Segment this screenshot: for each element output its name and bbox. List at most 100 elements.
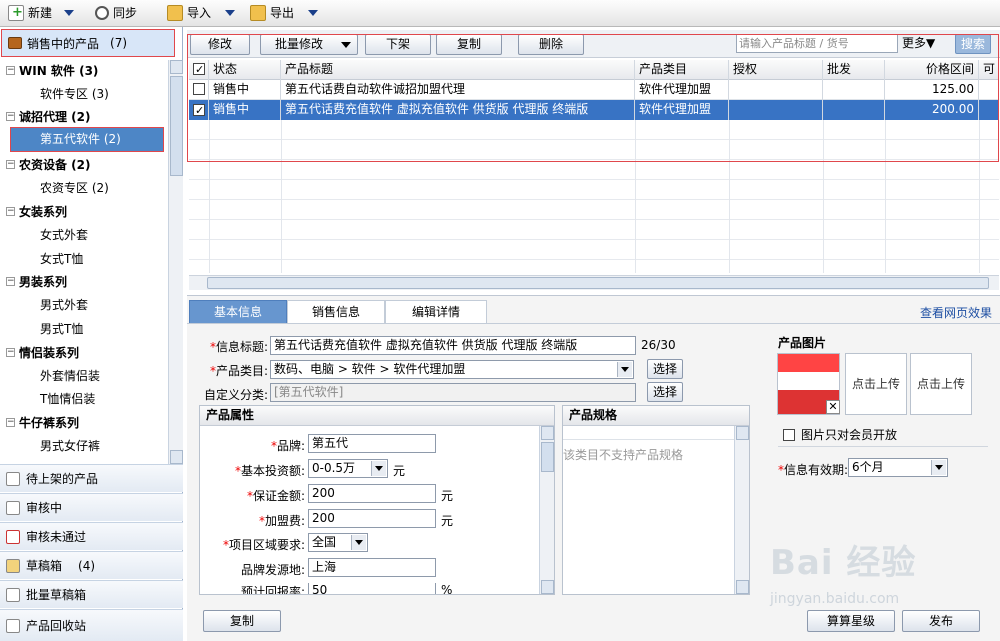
spec-scrollbar[interactable] xyxy=(734,426,749,594)
members-only-row[interactable]: 图片只对会员开放 xyxy=(783,426,897,443)
tree-item[interactable]: 外套情侣装 xyxy=(40,367,100,384)
table-row-selected[interactable]: 销售中 第五代话费充值软件 虚拟充值软件 供货版 代理版 终端版 软件代理加盟 … xyxy=(189,100,999,120)
col-wholesale[interactable]: 批发 xyxy=(823,59,885,80)
members-only-checkbox[interactable] xyxy=(783,428,795,441)
attr-region-select[interactable]: 全国 xyxy=(308,533,368,552)
tree-item[interactable]: 女式T恤 xyxy=(40,250,83,267)
view-web-link[interactable]: 查看网页效果 xyxy=(920,304,992,321)
new-button[interactable]: 新建 xyxy=(8,3,75,23)
collapse-icon[interactable]: − xyxy=(6,277,15,286)
scroll-down-icon[interactable] xyxy=(170,450,183,464)
batch-edit-button[interactable]: 批量修改 xyxy=(260,34,358,55)
tree-item[interactable]: 软件专区 (3) xyxy=(40,85,109,102)
edit-button[interactable]: 修改 xyxy=(190,34,250,55)
checkbox-icon[interactable] xyxy=(193,101,205,120)
attr-return-input[interactable]: 50 xyxy=(308,583,436,594)
checkbox-icon[interactable] xyxy=(193,83,205,95)
collapse-icon[interactable]: − xyxy=(6,207,15,216)
attr-investment-select[interactable]: 0-0.5万 xyxy=(308,459,388,478)
scroll-up-icon[interactable] xyxy=(736,426,749,440)
checkbox-icon[interactable] xyxy=(193,60,205,79)
scroll-up-icon[interactable] xyxy=(541,426,554,440)
tree-category[interactable]: − WIN 软件 (3) xyxy=(6,62,98,79)
tree-category[interactable]: − 男装系列 xyxy=(6,273,67,290)
col-status[interactable]: 状态 xyxy=(209,59,281,80)
attr-deposit-input[interactable]: 200 xyxy=(308,484,436,503)
scroll-thumb[interactable] xyxy=(207,277,989,289)
tree-category[interactable]: − 女装系列 xyxy=(6,203,67,220)
chevron-down-icon[interactable] xyxy=(931,460,946,475)
tree-category[interactable]: − 情侣装系列 xyxy=(6,344,79,361)
import-button[interactable]: 导入 xyxy=(167,3,236,23)
attr-origin-input[interactable]: 上海 xyxy=(308,558,436,577)
chevron-down-icon[interactable] xyxy=(617,362,632,377)
sidebar-item-rejected[interactable]: 审核未通过 xyxy=(0,522,183,550)
tree-item[interactable]: 男式外套 xyxy=(40,296,88,313)
choose-custom-button[interactable]: 选择 xyxy=(647,382,683,402)
tree-category[interactable]: − 牛仔裤系列 xyxy=(6,414,79,431)
col-more[interactable]: 可 xyxy=(979,59,999,80)
calc-stars-button[interactable]: 算算星级 xyxy=(807,610,895,632)
export-button[interactable]: 导出 xyxy=(250,3,319,23)
chevron-down-icon[interactable] xyxy=(351,535,366,550)
copy-bottom-button[interactable]: 复制 xyxy=(203,610,281,632)
col-category[interactable]: 产品类目 xyxy=(635,59,729,80)
tree-item-selected[interactable]: 第五代软件 (2) xyxy=(10,127,164,152)
sidebar-item-drafts[interactable]: 草稿箱 (4) xyxy=(0,551,183,579)
col-price[interactable]: 价格区间 xyxy=(885,59,979,80)
info-title-input[interactable]: 第五代话费充值软件 虚拟充值软件 供货版 代理版 终端版 xyxy=(270,336,636,355)
sidebar-item-selling[interactable]: 销售中的产品 (7) xyxy=(1,29,175,57)
chevron-down-icon[interactable] xyxy=(371,461,386,476)
collapse-icon[interactable]: − xyxy=(6,348,15,357)
sidebar-scrollbar[interactable] xyxy=(168,60,183,464)
collapse-icon[interactable]: − xyxy=(6,418,15,427)
tree-item[interactable]: 男式女仔裤 xyxy=(40,437,100,454)
tab-basic-info[interactable]: 基本信息 xyxy=(189,300,287,323)
chevron-down-icon[interactable] xyxy=(225,10,236,16)
tab-sales-info[interactable]: 销售信息 xyxy=(287,300,385,323)
col-title[interactable]: 产品标题 xyxy=(281,59,635,80)
chevron-down-icon[interactable] xyxy=(308,10,319,16)
scroll-up-icon[interactable] xyxy=(170,60,183,74)
validity-select[interactable]: 6个月 xyxy=(848,458,948,477)
upload-image-button[interactable]: 点击上传 xyxy=(910,353,972,415)
col-auth[interactable]: 授权 xyxy=(729,59,823,80)
sync-button[interactable]: 同步 xyxy=(95,3,137,23)
attr-franchise-fee-input[interactable]: 200 xyxy=(308,509,436,528)
choose-category-button[interactable]: 选择 xyxy=(647,359,683,379)
tree-category[interactable]: − 农资设备 (2) xyxy=(6,156,91,173)
scroll-thumb[interactable] xyxy=(170,76,183,176)
tree-item[interactable]: 农资专区 (2) xyxy=(40,179,109,196)
attributes-scrollbar[interactable] xyxy=(539,426,554,594)
unlist-button[interactable]: 下架 xyxy=(365,34,431,55)
close-icon[interactable]: ✕ xyxy=(826,400,840,414)
row-checkbox[interactable] xyxy=(189,100,209,120)
row-checkbox[interactable] xyxy=(189,79,209,100)
tree-category[interactable]: − 诚招代理 (2) xyxy=(6,108,91,125)
sidebar-item-reviewing[interactable]: 审核中 xyxy=(0,493,183,521)
collapse-icon[interactable]: − xyxy=(6,160,15,169)
tree-item[interactable]: 女式外套 xyxy=(40,226,88,243)
attr-brand-input[interactable]: 第五代 xyxy=(308,434,436,453)
sidebar-item-pending[interactable]: 待上架的产品 xyxy=(0,464,183,492)
sidebar-item-recycle[interactable]: 产品回收站 xyxy=(0,609,183,641)
tree-item[interactable]: 男式T恤 xyxy=(40,320,83,337)
category-select[interactable]: 数码、电脑 > 软件 > 软件代理加盟 xyxy=(270,360,634,379)
copy-button[interactable]: 复制 xyxy=(436,34,502,55)
tab-edit-details[interactable]: 编辑详情 xyxy=(385,300,487,323)
search-button[interactable]: 搜索 xyxy=(955,34,991,54)
custom-category-input[interactable]: [第五代软件] xyxy=(270,383,636,402)
chevron-down-icon[interactable] xyxy=(64,10,75,16)
scroll-down-icon[interactable] xyxy=(736,580,749,594)
more-button[interactable]: 更多▼ xyxy=(902,34,950,53)
scroll-down-icon[interactable] xyxy=(541,580,554,594)
select-all-checkbox[interactable] xyxy=(189,59,209,80)
publish-button[interactable]: 发布 xyxy=(902,610,980,632)
tree-item[interactable]: T恤情侣装 xyxy=(40,390,95,407)
table-row[interactable]: 销售中 第五代话费自动软件诚招加盟代理 软件代理加盟 125.00 xyxy=(189,79,999,100)
scroll-thumb[interactable] xyxy=(541,442,554,472)
collapse-icon[interactable]: − xyxy=(6,66,15,75)
delete-button[interactable]: 删除 xyxy=(518,34,584,55)
search-input[interactable]: 请输入产品标题 / 货号 xyxy=(736,34,898,53)
upload-image-button[interactable]: 点击上传 xyxy=(845,353,907,415)
